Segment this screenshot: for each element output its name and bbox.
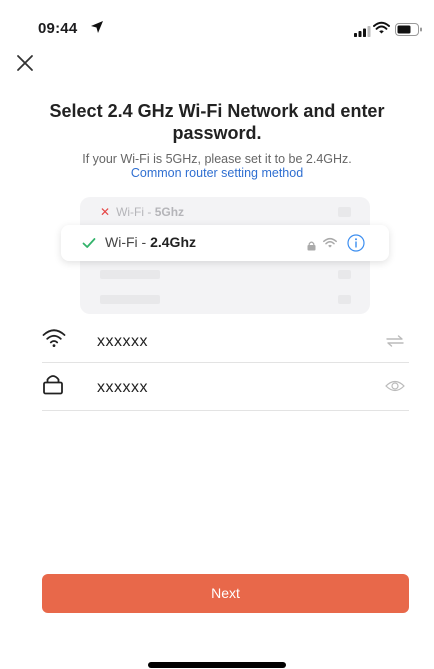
show-password-eye-icon[interactable] bbox=[385, 379, 405, 398]
close-button[interactable] bbox=[14, 52, 36, 74]
wifi-icon bbox=[373, 21, 390, 40]
lock-icon bbox=[307, 238, 316, 256]
page-title: Select 2.4 GHz Wi-Fi Network and enter p… bbox=[49, 101, 385, 143]
wifi-icon bbox=[42, 328, 66, 353]
placeholder-bar bbox=[338, 295, 351, 304]
next-button[interactable]: Next bbox=[42, 574, 409, 613]
network-5ghz-prefix: Wi-Fi - bbox=[116, 205, 155, 219]
switch-network-icon[interactable] bbox=[385, 334, 405, 352]
placeholder-bar bbox=[100, 270, 160, 279]
info-icon bbox=[347, 234, 365, 257]
placeholder-bar bbox=[338, 270, 351, 279]
close-icon bbox=[14, 55, 36, 78]
network-row-2-4ghz: Wi-Fi - 2.4Ghz bbox=[61, 225, 389, 261]
wifi-name-input[interactable]: xxxxxx bbox=[97, 333, 148, 351]
placeholder-bar bbox=[338, 207, 351, 217]
network-row-5ghz: ✕ Wi-Fi - 5Ghz bbox=[100, 205, 184, 219]
wifi-icon bbox=[323, 236, 337, 254]
battery-icon bbox=[395, 23, 423, 41]
network-2-4ghz-label: Wi-Fi - 2.4Ghz bbox=[105, 234, 196, 250]
password-field[interactable]: xxxxxx bbox=[42, 366, 409, 411]
placeholder-bar bbox=[100, 295, 160, 304]
network-2-4ghz-band: 2.4Ghz bbox=[150, 234, 196, 250]
lock-icon bbox=[42, 373, 64, 400]
status-time: 09:44 bbox=[38, 20, 78, 37]
subtitle-text: If your Wi-Fi is 5GHz, please set it to … bbox=[82, 152, 352, 166]
cellular-signal-icon bbox=[354, 24, 372, 42]
wifi-name-field[interactable]: xxxxxx bbox=[42, 318, 409, 363]
check-icon bbox=[82, 236, 96, 254]
network-5ghz-band: 5Ghz bbox=[154, 205, 185, 219]
status-bar: 09:44 bbox=[0, 0, 434, 44]
router-setting-link[interactable]: Common router setting method bbox=[10, 166, 424, 181]
cross-icon: ✕ bbox=[100, 205, 111, 219]
home-indicator[interactable] bbox=[148, 662, 286, 668]
location-arrow-icon bbox=[90, 20, 104, 39]
password-input[interactable]: xxxxxx bbox=[97, 379, 148, 397]
network-2-4ghz-prefix: Wi-Fi - bbox=[105, 234, 151, 250]
